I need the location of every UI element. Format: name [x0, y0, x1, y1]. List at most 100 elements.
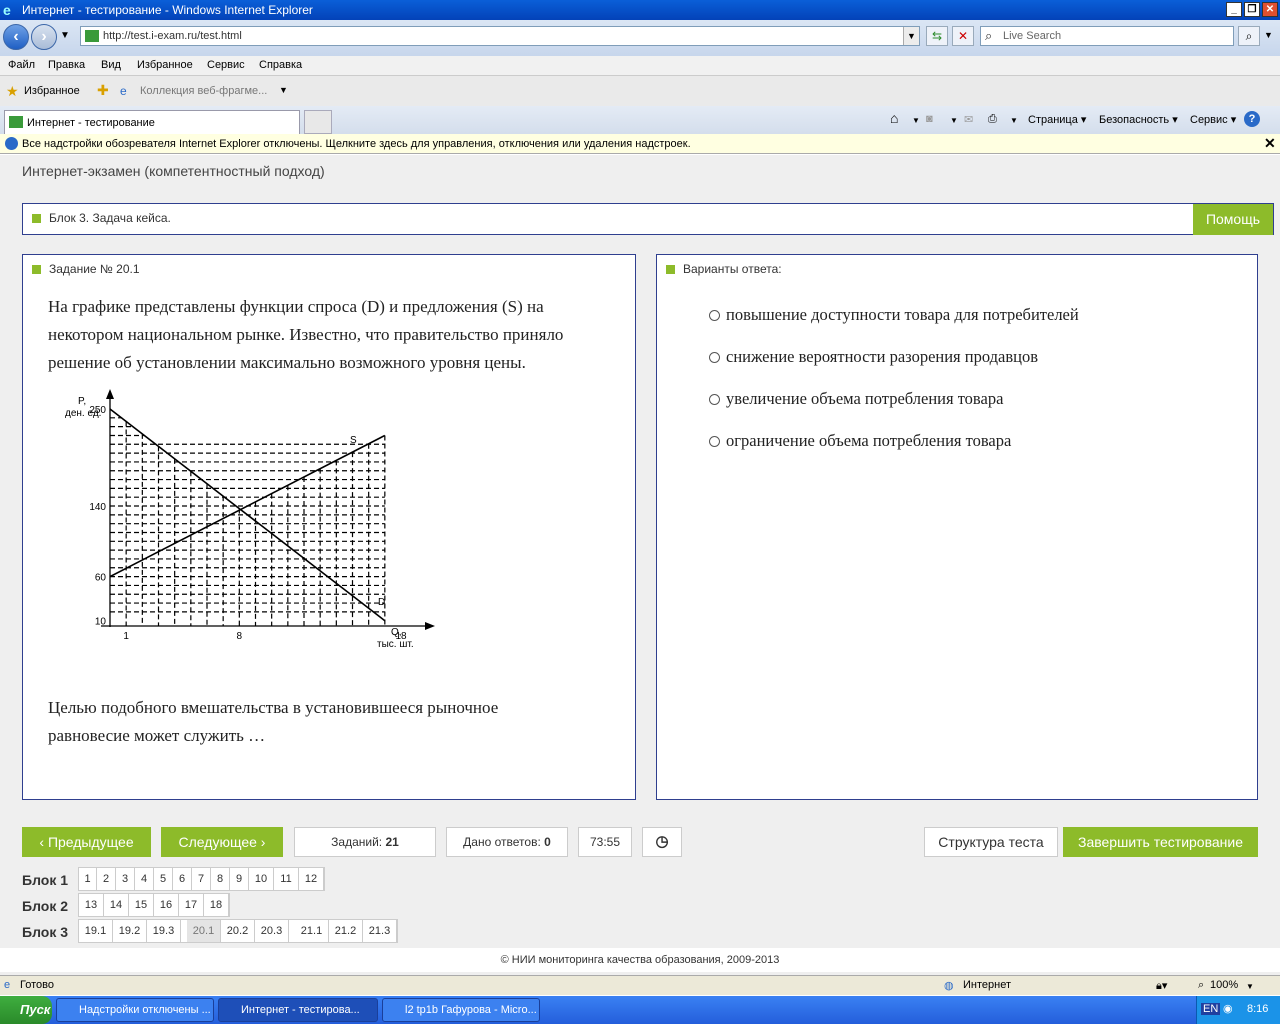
webslice-dropdown-icon[interactable]: ▼	[279, 85, 288, 95]
task-label: Задание № 20.1	[49, 262, 140, 276]
print-dropdown-icon[interactable]: ▼	[1010, 116, 1018, 125]
address-dropdown-icon[interactable]: ▼	[903, 27, 919, 45]
radio-button[interactable]	[709, 436, 720, 447]
task-nav-item[interactable]: 7	[192, 868, 211, 890]
task-nav-item[interactable]: 10	[249, 868, 274, 890]
infobar-close-icon[interactable]: ✕	[1264, 135, 1276, 152]
zoom-icon: ⌕	[1198, 979, 1205, 991]
taskbar-item-ie[interactable]: Интернет - тестирова...	[218, 998, 378, 1022]
zoom-dropdown-icon[interactable]: ▼	[1246, 982, 1254, 991]
search-options-icon[interactable]: ▼	[1264, 30, 1273, 40]
back-button[interactable]: ‹	[3, 24, 29, 50]
task-nav-item[interactable]: 20.2	[221, 920, 255, 942]
tasks-count: 21	[385, 835, 399, 849]
information-bar[interactable]: Все надстройки обозревателя Internet Exp…	[0, 134, 1280, 154]
taskbar-item-addons[interactable]: Надстройки отключены ...	[56, 998, 214, 1022]
radio-button[interactable]	[709, 352, 720, 363]
task-nav-item[interactable]: 20.1	[187, 920, 221, 942]
block-2-label: Блок 2	[22, 898, 69, 914]
task-nav-item[interactable]: 16	[154, 894, 179, 916]
globe-icon: ◍	[944, 980, 954, 992]
add-favorite-icon[interactable]: ✚	[97, 82, 109, 99]
mail-icon[interactable]: ✉	[964, 113, 973, 126]
menu-edit[interactable]: Правка	[48, 59, 85, 71]
menu-favorites[interactable]: Избранное	[137, 59, 193, 71]
task-nav-item[interactable]: 5	[154, 868, 173, 890]
maximize-button[interactable]: ❐	[1244, 2, 1260, 17]
stop-button[interactable]: ✕	[952, 26, 974, 46]
finish-test-button[interactable]: Завершить тестирование	[1063, 827, 1258, 857]
feeds-icon[interactable]: ◙	[926, 113, 933, 125]
menu-tools[interactable]: Сервис	[207, 59, 245, 71]
task-nav-item[interactable]: 11	[274, 868, 299, 890]
protected-mode-icon[interactable]: 🔒︎▾	[1156, 979, 1167, 993]
radio-button[interactable]	[709, 310, 720, 321]
task-nav-item[interactable]: 2	[97, 868, 116, 890]
task-nav-item[interactable]: 14	[104, 894, 129, 916]
chevron-right-icon: ›	[256, 834, 266, 850]
task-nav-item[interactable]: 4	[135, 868, 154, 890]
search-input[interactable]: ⌕ Live Search	[980, 26, 1234, 46]
tray-icon[interactable]: ◉	[1223, 1002, 1233, 1015]
radio-button[interactable]	[709, 394, 720, 405]
test-structure-button[interactable]: Структура теста	[924, 827, 1058, 857]
language-indicator[interactable]: EN	[1201, 1003, 1221, 1015]
task-nav-item[interactable]: 21.3	[363, 920, 397, 942]
task-nav-item[interactable]: 3	[116, 868, 135, 890]
address-field[interactable]: http://test.i-exam.ru/test.html ▼	[80, 26, 920, 46]
task-nav-item[interactable]: 21.1	[295, 920, 329, 942]
print-icon[interactable]: ⎙	[988, 113, 997, 126]
clock-icon[interactable]: ◷	[642, 827, 682, 857]
task-nav-item[interactable]: 9	[230, 868, 249, 890]
start-button[interactable]: Пуск	[0, 996, 52, 1024]
infobar-text: Все надстройки обозревателя Internet Exp…	[22, 138, 691, 150]
feeds-dropdown-icon[interactable]: ▼	[950, 116, 958, 125]
zoom-level[interactable]: 100%	[1210, 979, 1238, 991]
new-tab-button[interactable]	[304, 110, 332, 134]
close-button[interactable]: ✕	[1262, 2, 1278, 17]
page-menu[interactable]: Страница ▾	[1028, 113, 1086, 126]
task-nav-item[interactable]: 17	[179, 894, 204, 916]
tab-active[interactable]: Интернет - тестирование	[4, 110, 300, 134]
next-button[interactable]: Следующее ›	[161, 827, 283, 857]
task-nav-item[interactable]: 13	[79, 894, 104, 916]
tools-menu[interactable]: Сервис ▾	[1190, 113, 1236, 126]
answer-option-2[interactable]: снижение вероятности разорения продавцов	[709, 347, 1039, 367]
safety-menu[interactable]: Безопасность ▾	[1099, 113, 1178, 126]
task-nav-item[interactable]: 12	[299, 868, 324, 890]
search-go-button[interactable]: ⌕	[1238, 26, 1260, 46]
answer-option-4[interactable]: ограничение объема потребления товара	[709, 431, 1011, 451]
task-nav-item[interactable]: 8	[211, 868, 230, 890]
task-nav-item[interactable]: 21.2	[329, 920, 363, 942]
history-dropdown-icon[interactable]: ▼	[60, 30, 70, 41]
task-nav-item[interactable]: 19.2	[113, 920, 147, 942]
home-dropdown-icon[interactable]: ▼	[912, 116, 920, 125]
refresh-button[interactable]: ⇆	[926, 26, 948, 46]
help-icon[interactable]: ?	[1244, 111, 1260, 127]
webslice-gallery-link[interactable]: Коллекция веб-фрагме...	[140, 85, 267, 97]
question-end-text: Целью подобного вмешательства в установи…	[48, 694, 498, 750]
task-nav-item[interactable]: 19.3	[147, 920, 181, 942]
previous-button[interactable]: ‹ Предыдущее	[22, 827, 151, 857]
help-button[interactable]: Помощь	[1193, 204, 1273, 235]
task-nav-item[interactable]: 15	[129, 894, 154, 916]
answer-option-1[interactable]: повышение доступности товара для потреби…	[709, 305, 1079, 325]
question-panel: Задание № 20.1 На графике представлены ф…	[22, 254, 636, 800]
menu-file[interactable]: Файл	[8, 59, 35, 71]
tab-bar: Интернет - тестирование ⌂ ▼ ◙ ▼ ✉ ⎙ ▼ Ст…	[0, 106, 1280, 134]
minimize-button[interactable]: _	[1226, 2, 1242, 17]
answer-text: снижение вероятности разорения продавцов	[726, 347, 1039, 366]
task-nav-item[interactable]: 18	[204, 894, 229, 916]
favorites-button[interactable]: Избранное	[24, 85, 80, 97]
task-nav-item[interactable]: 6	[173, 868, 192, 890]
home-icon[interactable]: ⌂	[890, 110, 898, 126]
answer-text: повышение доступности товара для потреби…	[726, 305, 1079, 324]
taskbar-item-word[interactable]: l2 tp1b Гафурова - Micro...	[382, 998, 540, 1022]
task-nav-item[interactable]: 1	[79, 868, 97, 890]
forward-button[interactable]: ›	[31, 24, 57, 50]
menu-help[interactable]: Справка	[259, 59, 302, 71]
answer-option-3[interactable]: увеличение объема потребления товара	[709, 389, 1003, 409]
menu-view[interactable]: Вид	[101, 59, 121, 71]
task-nav-item[interactable]: 20.3	[255, 920, 289, 942]
task-nav-item[interactable]: 19.1	[79, 920, 113, 942]
